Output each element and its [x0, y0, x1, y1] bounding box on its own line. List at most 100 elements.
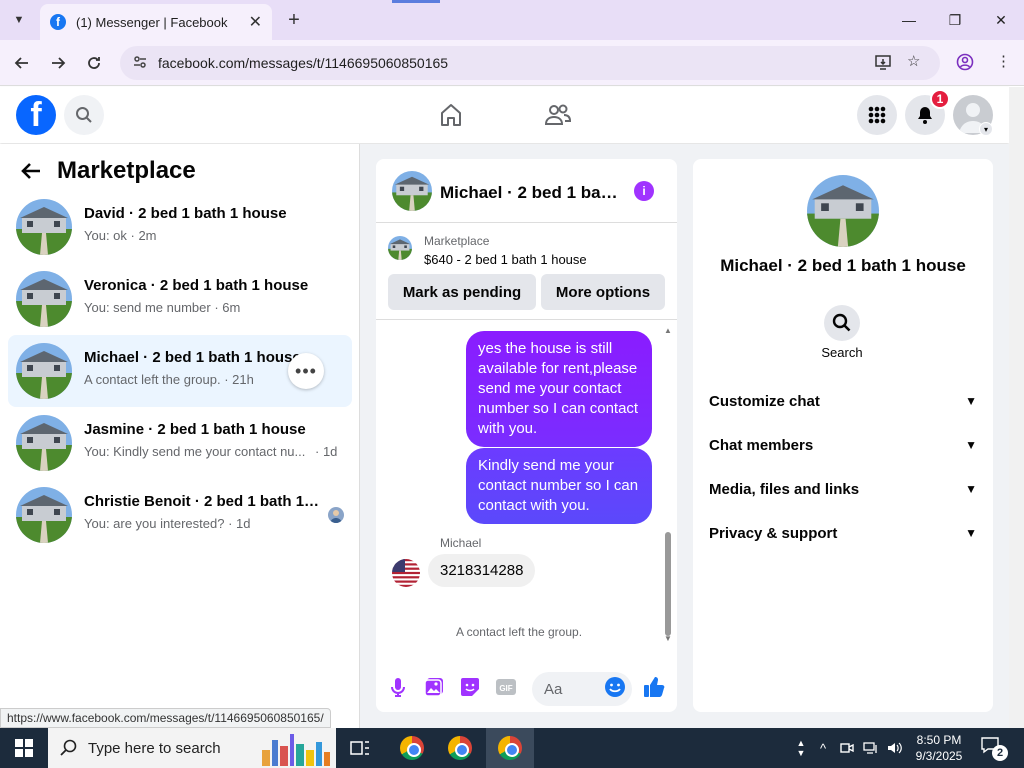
conversation-name: Veronica · 2 bed 1 bath 1 house [84, 277, 309, 294]
chat-title[interactable]: Michael · 2 bed 1 bat... [440, 183, 620, 203]
microphone-icon[interactable] [387, 676, 409, 698]
meet-now-icon[interactable] [838, 728, 856, 768]
conversation-item[interactable]: Michael · 2 bed 1 bath 1 house A contact … [8, 335, 352, 407]
show-hidden-icons-icon[interactable]: ^ [814, 728, 832, 768]
chrome-icon[interactable] [486, 728, 534, 768]
more-options-icon[interactable]: ••• [288, 353, 324, 389]
url-text[interactable]: facebook.com/messages/t/1146695060850165 [158, 55, 448, 71]
task-view-icon[interactable] [336, 728, 384, 768]
system-note: A contact left the group. [455, 625, 583, 639]
clock-time: 8:50 PM [916, 733, 962, 747]
message-bubble-sent[interactable]: Kindly send me your contact number so I … [466, 448, 652, 524]
friends-icon[interactable] [544, 101, 572, 129]
conversation-item[interactable]: Christie Benoit · 2 bed 1 bath 1 h... You… [8, 479, 352, 551]
install-app-icon[interactable] [874, 53, 892, 75]
conversation-thumbnail [16, 415, 72, 471]
status-bar-url: https://www.facebook.com/messages/t/1146… [0, 708, 331, 728]
taskbar-search[interactable]: Type here to search [48, 728, 336, 768]
bookmark-star-icon[interactable]: ☆ [907, 52, 920, 70]
conversation-item[interactable]: Jasmine · 2 bed 1 bath 1 house You: Kindl… [8, 407, 352, 479]
conversation-preview: You: ok · 2m [84, 228, 157, 243]
listing-thumbnail[interactable] [388, 236, 412, 260]
conversation-item[interactable]: David · 2 bed 1 bath 1 house You: ok · 2m [8, 191, 352, 263]
page-scrollbar[interactable] [1009, 87, 1024, 728]
scroll-down-icon[interactable]: ▼ [664, 634, 672, 643]
conversation-name: Christie Benoit · 2 bed 1 bath 1 h... [84, 493, 320, 510]
privacy-support-row[interactable]: Privacy & support ▼ [709, 515, 977, 551]
browser-toolbar: facebook.com/messages/t/1146695060850165… [0, 40, 1024, 86]
search-in-conversation-icon[interactable] [824, 305, 860, 341]
search-label[interactable]: Search [693, 345, 991, 360]
chat-members-row[interactable]: Chat members ▼ [709, 427, 977, 463]
close-window-icon[interactable]: ✕ [978, 0, 1024, 40]
address-bar[interactable]: facebook.com/messages/t/1146695060850165 [120, 46, 940, 80]
message-bubble-sent[interactable]: yes the house is still available for ren… [466, 331, 652, 447]
clock-date: 9/3/2025 [915, 749, 963, 763]
browser-menu-icon[interactable]: ⋮ [996, 52, 1011, 70]
marketplace-listing: Marketplace $640 - 2 bed 1 bath 1 house … [376, 224, 677, 320]
home-icon[interactable] [437, 101, 465, 129]
listing-price[interactable]: $640 - 2 bed 1 bath 1 house [424, 252, 587, 267]
menu-grid-icon[interactable] [857, 95, 897, 135]
read-receipt-avatar [328, 507, 344, 523]
info-icon[interactable]: i [634, 181, 654, 201]
chrome-icon[interactable] [388, 728, 436, 768]
message-input-placeholder[interactable]: Aa [544, 681, 562, 698]
new-tab-button[interactable]: + [282, 8, 306, 32]
mark-as-pending-button[interactable]: Mark as pending [388, 274, 536, 310]
chat-avatar[interactable] [392, 171, 432, 211]
sticker-icon[interactable] [459, 676, 481, 698]
tab-title: (1) Messenger | Facebook [76, 14, 228, 30]
forward-icon[interactable] [46, 51, 70, 75]
city-skyline-icon [262, 734, 330, 766]
windows-start-icon[interactable] [0, 728, 48, 768]
conversation-item[interactable]: Veronica · 2 bed 1 bath 1 house You: send… [8, 263, 352, 335]
taskbar-scroll-arrows[interactable]: ▲ ▼ [794, 728, 808, 768]
scroll-thumb[interactable] [665, 532, 671, 636]
system-clock[interactable]: 8:50 PM 9/3/2025 [908, 732, 970, 764]
svg-text:GIF: GIF [499, 684, 512, 693]
us-flag-avatar[interactable] [392, 559, 420, 587]
site-settings-icon[interactable] [132, 54, 150, 72]
chevron-down-icon: ▼ [965, 438, 977, 452]
tab-close-icon[interactable]: ✕ [249, 12, 262, 32]
search-icon[interactable] [64, 95, 104, 135]
minimize-icon[interactable]: — [886, 0, 932, 40]
back-icon[interactable] [10, 51, 34, 75]
emoji-icon[interactable] [604, 676, 626, 698]
windows-taskbar: Type here to search ▲ ▼ ^ 8:50 PM 9/3/202… [0, 728, 1024, 768]
network-icon[interactable] [862, 728, 880, 768]
tab-search-chevron-icon[interactable]: ▼ [6, 8, 32, 32]
profile-icon[interactable] [956, 53, 974, 75]
gif-icon[interactable]: GIF [495, 676, 517, 698]
tab-strip: ▼ f (1) Messenger | Facebook ✕ + — ❐ ✕ [0, 0, 1024, 40]
scroll-up-icon[interactable]: ▲ [664, 326, 672, 335]
facebook-logo[interactable]: f [16, 95, 56, 135]
chrome-icon[interactable] [436, 728, 484, 768]
thumbs-up-icon[interactable] [643, 676, 665, 698]
conversation-preview: A contact left the group. · 21h [84, 372, 254, 387]
volume-icon[interactable] [886, 728, 904, 768]
conversation-preview: You: are you interested? · 1d [84, 516, 251, 531]
account-chevron-down-icon[interactable]: ▾ [979, 122, 993, 136]
reload-icon[interactable] [82, 51, 106, 75]
chat-header[interactable]: Michael · 2 bed 1 bat... i [376, 159, 677, 223]
media-files-links-row[interactable]: Media, files and links ▼ [709, 471, 977, 507]
conversation-thumbnail [16, 487, 72, 543]
photo-icon[interactable] [423, 676, 445, 698]
more-options-button[interactable]: More options [541, 274, 665, 310]
action-center-icon[interactable]: 2 [980, 736, 1008, 761]
tab-indicator [392, 0, 440, 3]
chat-scrollbar[interactable]: ▲ ▼ [663, 326, 673, 644]
section-label: Customize chat [709, 392, 820, 410]
info-avatar[interactable] [807, 175, 879, 247]
chevron-down-icon: ▼ [965, 482, 977, 496]
taskbar-search-placeholder[interactable]: Type here to search [88, 740, 221, 757]
maximize-icon[interactable]: ❐ [932, 0, 978, 40]
back-arrow-icon[interactable] [20, 160, 42, 188]
message-bubble-received[interactable]: 3218314288 [428, 554, 536, 587]
conversation-time: · 1d [315, 444, 338, 459]
browser-tab[interactable]: f (1) Messenger | Facebook ✕ [40, 4, 272, 40]
info-title: Michael · 2 bed 1 bath 1 house [720, 256, 966, 275]
customize-chat-row[interactable]: Customize chat ▼ [709, 383, 977, 419]
